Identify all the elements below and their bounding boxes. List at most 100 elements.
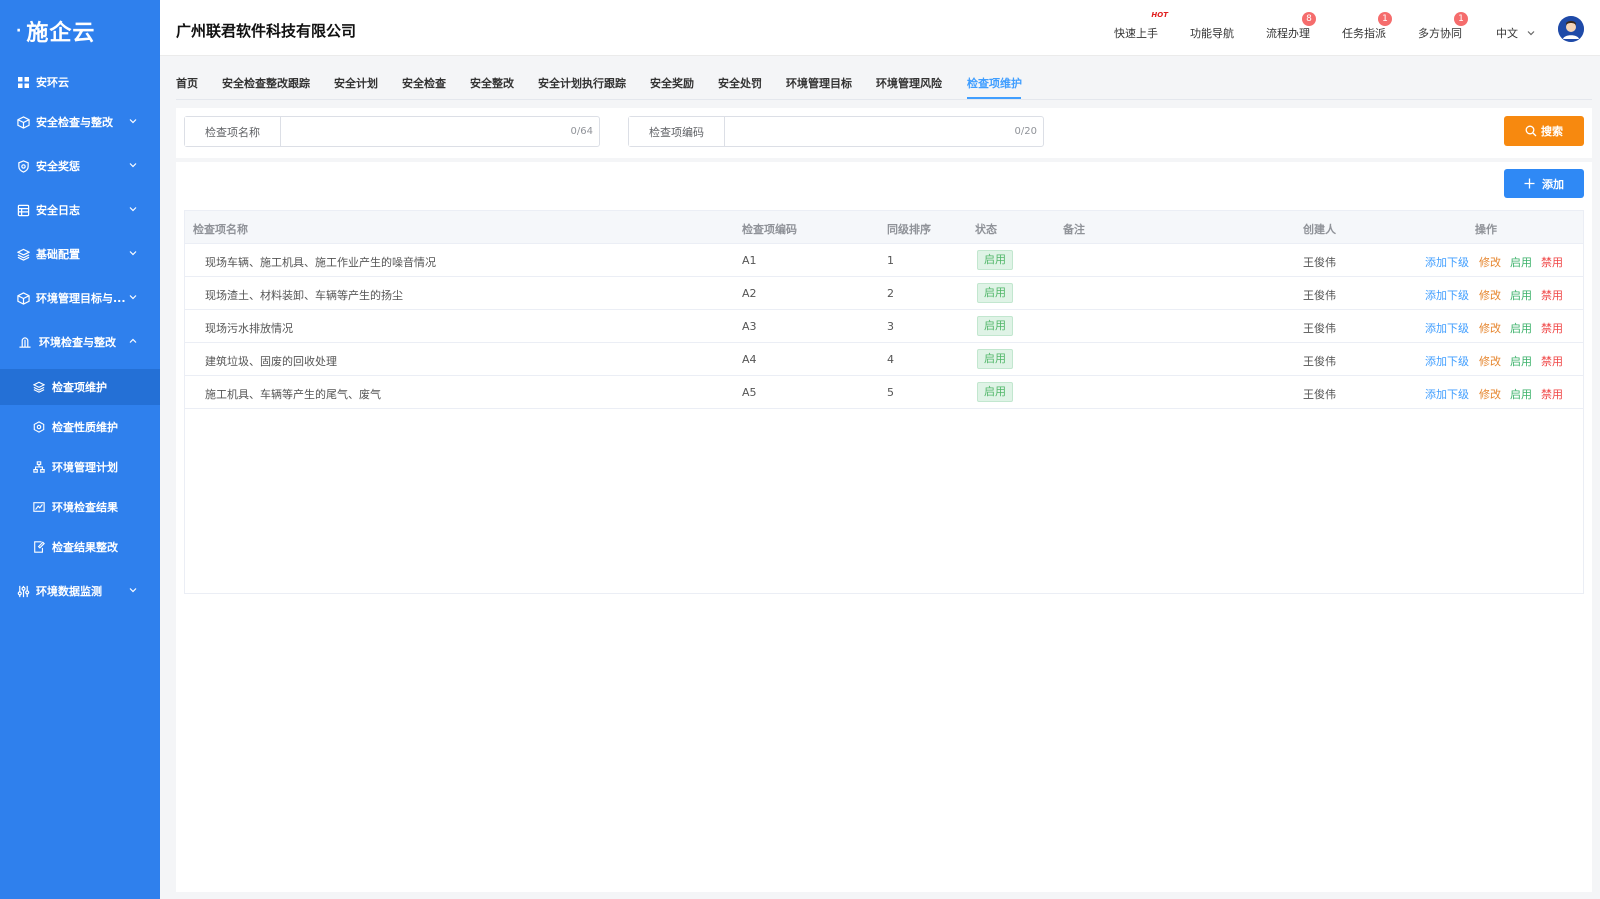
tab-safety-inspection[interactable]: 安全检查	[402, 75, 446, 91]
chevron-up-icon	[129, 338, 137, 343]
grid-icon	[16, 75, 30, 89]
nav-label: 任务指派	[1342, 27, 1386, 40]
app-logo[interactable]: · 施企云	[0, 0, 160, 62]
chart-icon	[32, 500, 46, 514]
item-code-field: 检查项编码 0/20	[628, 116, 1044, 147]
cell-order: 4	[887, 353, 894, 366]
sidebar-subitem-inspection-nature[interactable]: 检查性质维护	[0, 409, 160, 445]
col-actions: 操作	[1475, 223, 1497, 236]
cell-order: 1	[887, 254, 894, 267]
item-code-label: 检查项编码	[629, 117, 725, 146]
disable-link[interactable]: 禁用	[1541, 287, 1563, 303]
cell-code: A5	[742, 386, 757, 399]
language-select[interactable]: 中文	[1496, 25, 1536, 41]
enable-link[interactable]: 启用	[1510, 320, 1532, 336]
item-name-input[interactable]	[281, 117, 599, 146]
add-child-link[interactable]: 添加下级	[1425, 386, 1469, 402]
add-child-link[interactable]: 添加下级	[1425, 353, 1469, 369]
tab-safety-plan[interactable]: 安全计划	[334, 75, 378, 91]
layers-icon	[32, 380, 46, 394]
tab-inspection-items[interactable]: 检查项维护	[967, 75, 1022, 91]
cell-order: 5	[887, 386, 894, 399]
sidebar-item-safety-log[interactable]: 安全日志	[0, 190, 160, 230]
page-tabs: 首页 安全检查整改跟踪 安全计划 安全检查 安全整改 安全计划执行跟踪 安全奖励…	[176, 58, 1592, 100]
nav-process-handling[interactable]: 流程办理 8	[1266, 12, 1316, 41]
sidebar-subitem-result-rectification[interactable]: 检查结果整改	[0, 529, 160, 565]
col-name: 检查项名称	[193, 223, 248, 236]
sidebar-item-label: 环境管理目标与...	[36, 292, 126, 305]
cube-icon	[16, 291, 30, 305]
disable-link[interactable]: 禁用	[1541, 386, 1563, 402]
status-badge: 启用	[977, 250, 1013, 270]
nav-task-assignment[interactable]: 任务指派 1	[1342, 12, 1392, 41]
nav-quick-start[interactable]: 快速上手 HOT	[1114, 11, 1168, 41]
table-row: 现场渣土、材料装卸、车辆等产生的扬尘 A2 2 启用 王俊伟 添加下级 修改 启…	[185, 277, 1583, 310]
item-name-input-wrapper: 0/64	[281, 117, 599, 146]
col-creator: 创建人	[1303, 223, 1336, 236]
hot-badge: HOT	[1151, 11, 1168, 19]
enable-link[interactable]: 启用	[1510, 254, 1532, 270]
disable-link[interactable]: 禁用	[1541, 353, 1563, 369]
sidebar-subitem-label: 检查结果整改	[52, 541, 118, 554]
status-badge: 启用	[977, 349, 1013, 369]
nav-collaboration[interactable]: 多方协同 1	[1418, 12, 1468, 41]
layers-icon	[16, 247, 30, 261]
add-button[interactable]: 添加	[1504, 169, 1584, 198]
enable-link[interactable]: 启用	[1510, 287, 1532, 303]
sidebar-subitem-label: 检查项维护	[52, 381, 107, 394]
sidebar-item-safety-inspection[interactable]: 安全检查与整改	[0, 102, 160, 142]
sidebar-item-env-inspection[interactable]: 环境检查与整改	[0, 322, 160, 362]
edit-link[interactable]: 修改	[1479, 320, 1501, 336]
active-tab-indicator	[967, 97, 1021, 99]
table-row: 施工机具、车辆等产生的尾气、废气 A5 5 启用 王俊伟 添加下级 修改 启用 …	[185, 376, 1583, 409]
tab-safety-penalty[interactable]: 安全处罚	[718, 75, 762, 91]
nav-function-guide[interactable]: 功能导航	[1190, 25, 1234, 41]
enable-link[interactable]: 启用	[1510, 353, 1532, 369]
tab-env-risks[interactable]: 环境管理风险	[876, 75, 942, 91]
enable-link[interactable]: 启用	[1510, 386, 1532, 402]
item-code-input[interactable]	[725, 117, 1043, 146]
sidebar-item-safety-rewards[interactable]: 安全奖惩	[0, 146, 160, 186]
user-avatar[interactable]	[1558, 16, 1584, 42]
edit-link[interactable]: 修改	[1479, 287, 1501, 303]
sidebar-subitem-env-plan[interactable]: 环境管理计划	[0, 449, 160, 485]
tab-safety-rectification-tracking[interactable]: 安全检查整改跟踪	[222, 75, 310, 91]
sidebar-item-label: 安全检查与整改	[36, 116, 113, 129]
tab-plan-execution-tracking[interactable]: 安全计划执行跟踪	[538, 75, 626, 91]
sidebar-subitem-env-results[interactable]: 环境检查结果	[0, 489, 160, 525]
plant-icon	[16, 335, 33, 349]
status-badge: 启用	[977, 382, 1013, 402]
sidebar-item-env-goals[interactable]: 环境管理目标与...	[0, 278, 160, 318]
sidebar: · 施企云 安环云 安全检查与整改 安全奖惩 安全日志 基础配置 环境管理目标与…	[0, 0, 160, 899]
tab-safety-rectification[interactable]: 安全整改	[470, 75, 514, 91]
add-button-label: 添加	[1542, 177, 1564, 191]
cell-creator: 王俊伟	[1303, 355, 1336, 368]
tab-env-goals[interactable]: 环境管理目标	[786, 75, 852, 91]
count-badge: 1	[1454, 12, 1468, 26]
disable-link[interactable]: 禁用	[1541, 254, 1563, 270]
status-badge: 启用	[977, 283, 1013, 303]
sidebar-item-env-monitoring[interactable]: 环境数据监测	[0, 571, 160, 611]
cell-name: 现场车辆、施工机具、施工作业产生的噪音情况	[205, 256, 436, 269]
tab-safety-reward[interactable]: 安全奖励	[650, 75, 694, 91]
search-button[interactable]: 搜索	[1504, 116, 1584, 146]
sidebar-item-label: 基础配置	[36, 248, 80, 261]
status-badge: 启用	[977, 316, 1013, 336]
chevron-down-icon	[129, 588, 137, 593]
col-status: 状态	[975, 223, 997, 236]
sidebar-subitem-inspection-items[interactable]: 检查项维护	[0, 369, 160, 405]
disable-link[interactable]: 禁用	[1541, 320, 1563, 336]
char-counter: 0/64	[570, 126, 593, 137]
edit-link[interactable]: 修改	[1479, 254, 1501, 270]
add-child-link[interactable]: 添加下级	[1425, 320, 1469, 336]
main-panel: 添加 检查项名称 检查项编码 同级排序 状态 备注 创建人 操作 现场车辆、施工…	[176, 162, 1592, 892]
plus-icon	[1524, 178, 1535, 189]
add-child-link[interactable]: 添加下级	[1425, 254, 1469, 270]
edit-link[interactable]: 修改	[1479, 353, 1501, 369]
sidebar-item-basic-config[interactable]: 基础配置	[0, 234, 160, 274]
cell-code: A3	[742, 320, 757, 333]
edit-link[interactable]: 修改	[1479, 386, 1501, 402]
tab-home[interactable]: 首页	[176, 75, 198, 91]
sidebar-item-home[interactable]: 安环云	[0, 62, 160, 102]
add-child-link[interactable]: 添加下级	[1425, 287, 1469, 303]
